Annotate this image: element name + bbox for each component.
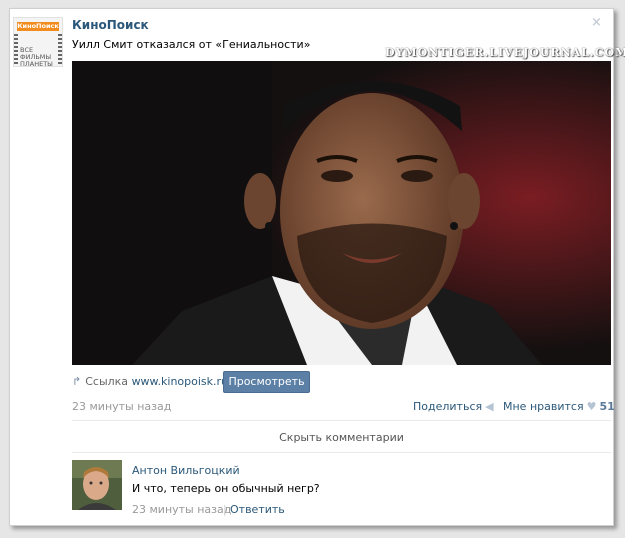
- megaphone-icon: ◀: [485, 400, 494, 413]
- watermark: DYMONTIGER.LIVEJOURNAL.COM: [385, 46, 625, 59]
- like-count: 51: [599, 400, 615, 413]
- group-slogan: ВСЕ ФИЛЬМЫ ПЛАНЕТЫ: [20, 46, 53, 67]
- comment-avatar[interactable]: [72, 460, 122, 510]
- heart-icon: ♥: [586, 400, 597, 413]
- commenter-photo: [72, 460, 122, 510]
- comment-author-link[interactable]: Антон Вильгоцкий: [132, 464, 240, 477]
- post-text: Уилл Смит отказался от «Гениальности»: [72, 38, 311, 51]
- link-url[interactable]: www.kinopoisk.ru: [132, 375, 228, 388]
- share-label: Поделиться: [413, 400, 483, 413]
- group-name-link[interactable]: КиноПоиск: [72, 18, 149, 32]
- reply-link[interactable]: Ответить: [230, 503, 285, 516]
- link-row[interactable]: ↱ Ссылка www.kinopoisk.ru: [72, 375, 228, 388]
- post-time: 23 минуты назад: [72, 400, 172, 413]
- link-arrow-icon: ↱: [72, 375, 82, 388]
- film-strip-icon: [58, 34, 62, 66]
- comment-time: 23 минуты назад: [132, 503, 232, 516]
- portrait-illustration: [72, 61, 611, 365]
- kinopoisk-logo: КиноПоиск: [17, 22, 59, 31]
- view-button[interactable]: Просмотреть: [223, 371, 310, 393]
- like-button[interactable]: Мне нравится ♥ 51: [503, 400, 615, 413]
- film-strip-icon: [14, 34, 18, 66]
- divider: [72, 420, 611, 421]
- group-avatar[interactable]: КиноПоиск ВСЕ ФИЛЬМЫ ПЛАНЕТЫ: [13, 17, 63, 67]
- like-label: Мне нравится: [503, 400, 584, 413]
- comment-text: И что, теперь он обычный негр?: [132, 482, 320, 495]
- share-button[interactable]: Поделиться ◀: [413, 400, 494, 413]
- close-icon[interactable]: ×: [591, 15, 602, 30]
- post-photo[interactable]: [72, 61, 611, 365]
- link-label: Ссылка: [85, 375, 129, 388]
- hide-comments-link[interactable]: Скрыть комментарии: [72, 431, 611, 444]
- divider: [72, 452, 611, 453]
- comment-divider: |: [223, 503, 227, 516]
